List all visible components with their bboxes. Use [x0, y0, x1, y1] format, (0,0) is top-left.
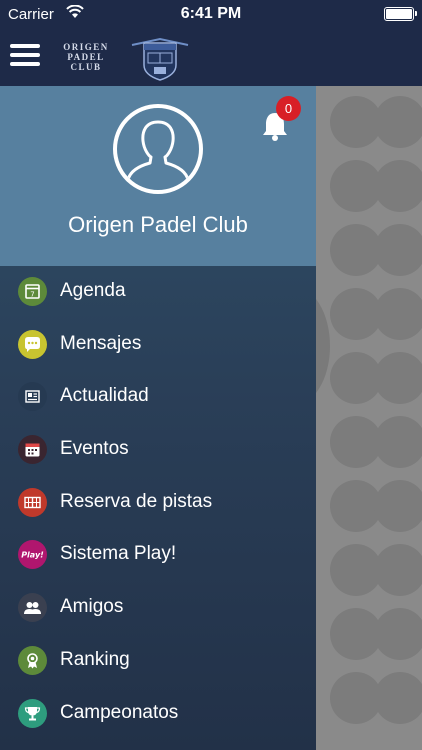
background-pattern-circle	[374, 96, 422, 148]
menu-item-mensajes[interactable]: Mensajes	[0, 319, 316, 372]
background-pattern-circle	[374, 480, 422, 532]
brand-logo-text: ORIGEN PADEL CLUB	[54, 42, 118, 72]
menu-label-mensajes: Mensajes	[60, 332, 142, 354]
menu-item-eventos[interactable]: Eventos	[0, 424, 316, 477]
menu-label-eventos: Eventos	[60, 438, 129, 460]
menu-item-actualidad[interactable]: Actualidad	[0, 371, 316, 424]
menu-item-agenda[interactable]: 7 Agenda	[0, 266, 316, 319]
drawer-menu: 7 Agenda Mensajes Actualidad Eventos Res…	[0, 266, 316, 740]
play-badge-icon: Play!	[18, 540, 47, 570]
menu-label-agenda: Agenda	[60, 280, 126, 301]
battery-icon	[384, 7, 417, 21]
menu-item-sistema-play[interactable]: Play! Sistema Play!	[0, 529, 316, 582]
svg-text:Play!: Play!	[21, 551, 44, 560]
avatar-icon[interactable]	[113, 104, 203, 194]
background-pattern-circle	[374, 416, 422, 468]
club-name: Origen Padel Club	[68, 212, 248, 237]
clock: 6:41 PM	[180, 5, 242, 22]
status-bar: Carrier 6:41 PM	[0, 0, 422, 28]
profile-header: Origen Padel Club 0	[0, 86, 316, 266]
menu-label-campeonatos: Campeonatos	[60, 701, 179, 723]
gandasegui-crest-icon	[130, 33, 190, 81]
trophy-icon	[18, 698, 47, 728]
background-pattern-circle	[374, 608, 422, 660]
notification-count-badge: 0	[276, 96, 301, 121]
background-pattern-circle	[374, 672, 422, 724]
menu-item-ranking[interactable]: Ranking	[0, 635, 316, 688]
brand-line-3: CLUB	[70, 62, 102, 72]
background-pattern-circle	[374, 288, 422, 340]
app-header: Carrier 6:41 PM ORIGEN PADEL CLUB	[0, 0, 422, 86]
background-pattern-circle	[374, 352, 422, 404]
menu-item-reserva-de-pistas[interactable]: Reserva de pistas	[0, 477, 316, 530]
background-shape	[316, 286, 330, 406]
menu-item-amigos[interactable]: Amigos	[0, 582, 316, 635]
menu-label-reserva-de-pistas: Reserva de pistas	[60, 490, 213, 512]
menu-item-campeonatos[interactable]: Campeonatos	[0, 688, 316, 741]
menu-label-actualidad: Actualidad	[60, 385, 149, 407]
event-calendar-icon	[18, 435, 47, 465]
menu-label-ranking: Ranking	[60, 648, 130, 670]
newspaper-icon	[18, 382, 47, 412]
court-icon	[18, 487, 47, 517]
dimmed-content-overlay[interactable]	[316, 86, 422, 750]
background-pattern-circle	[374, 224, 422, 276]
brand-line-1: ORIGEN	[63, 42, 109, 52]
friends-icon	[18, 593, 47, 623]
menu-toggle-button[interactable]	[10, 42, 40, 68]
background-pattern-circle	[374, 544, 422, 596]
menu-label-sistema-play: Sistema Play!	[60, 543, 177, 565]
background-pattern-circle	[374, 160, 422, 212]
menu-label-amigos: Amigos	[60, 596, 124, 618]
svg-text:7: 7	[30, 291, 34, 299]
brand-line-2: PADEL	[67, 52, 105, 62]
chat-bubble-icon	[18, 329, 47, 359]
side-drawer: Origen Padel Club 0 7 Agenda Mensajes Ac…	[0, 86, 316, 750]
medal-icon	[18, 645, 47, 675]
calendar-icon: 7	[18, 277, 47, 306]
